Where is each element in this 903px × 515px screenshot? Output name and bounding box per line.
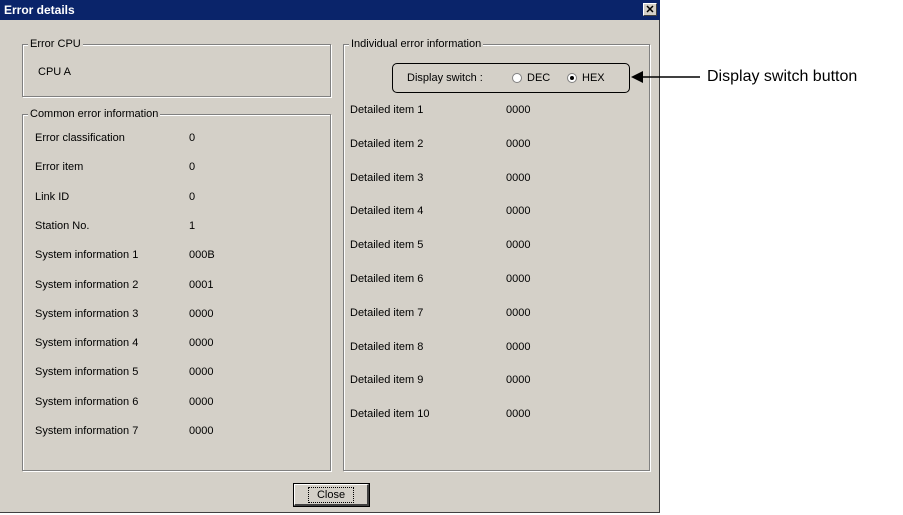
detailed-item-label: Detailed item 7: [350, 306, 424, 319]
display-switch-group: Display switch : DEC HEX: [392, 63, 630, 93]
common-row-value: 0000: [189, 337, 214, 350]
common-row-label: System information 4: [35, 337, 139, 350]
detailed-item-label: Detailed item 8: [350, 340, 424, 353]
title-bar: Error details ✕: [0, 0, 660, 20]
detailed-item-label: Detailed item 6: [350, 273, 424, 285]
individual-error-legend: Individual error information: [349, 37, 484, 51]
error-details-dialog: Error details ✕ Error CPU CPU A Common e…: [0, 0, 660, 513]
common-row-value: 1: [189, 219, 196, 232]
common-row-value: 0: [189, 161, 196, 174]
detailed-item-label: Detailed item 4: [350, 205, 424, 218]
common-row-label: Link ID: [35, 190, 70, 203]
common-row-value: 0000: [189, 366, 214, 379]
common-row-label: System information 1: [35, 249, 139, 262]
radio-dec[interactable]: DEC: [512, 72, 550, 84]
common-row-label: Station No.: [35, 219, 90, 232]
detailed-item-label: Detailed item 10: [350, 408, 430, 421]
common-error-legend: Common error information: [28, 107, 161, 121]
common-row-value: 0: [189, 132, 196, 144]
detailed-item-value: 0000: [506, 239, 531, 252]
common-row-value: 0: [189, 190, 196, 203]
detailed-item-label: Detailed item 5: [350, 239, 424, 252]
error-cpu-legend: Error CPU: [28, 37, 83, 51]
radio-hex-label: HEX: [582, 72, 605, 84]
common-row-value: 0000: [189, 395, 214, 408]
common-row-value: 000B: [189, 249, 215, 262]
close-button-label: Close: [307, 486, 355, 503]
radio-hex-circle[interactable]: [567, 73, 577, 83]
error-cpu-value: CPU A: [38, 66, 72, 78]
close-button[interactable]: Close: [293, 483, 370, 507]
detailed-item-value: 0000: [506, 104, 531, 116]
detailed-item-value: 0000: [506, 408, 531, 421]
detailed-item-label: Detailed item 9: [350, 374, 424, 387]
common-row-label: Error item: [35, 161, 84, 174]
radio-dec-circle[interactable]: [512, 73, 522, 83]
common-error-group: Common error information Error classific…: [22, 107, 331, 471]
detailed-item-value: 0000: [506, 374, 531, 387]
common-row-label: System information 5: [35, 366, 139, 379]
detailed-item-label: Detailed item 1: [350, 104, 424, 116]
common-row-label: System information 6: [35, 395, 139, 408]
detailed-item-value: 0000: [506, 306, 531, 319]
common-row-value: 0001: [189, 278, 214, 291]
individual-error-group: Individual error information Detailed it…: [343, 37, 650, 471]
detailed-item-label: Detailed item 3: [350, 171, 424, 184]
detailed-item-value: 0000: [506, 137, 531, 150]
window-title: Error details: [4, 3, 75, 17]
detailed-item-label: Detailed item 2: [350, 137, 424, 150]
radio-hex[interactable]: HEX: [567, 72, 605, 84]
error-cpu-group: Error CPU CPU A: [22, 37, 331, 97]
common-row-value: 0000: [189, 307, 214, 320]
detailed-item-value: 0000: [506, 205, 531, 218]
common-row-label: System information 3: [35, 307, 139, 320]
common-row-value: 0000: [189, 425, 214, 437]
detailed-item-value: 0000: [506, 273, 531, 285]
radio-dec-label: DEC: [527, 72, 551, 84]
common-row-label: System information 7: [35, 425, 139, 437]
display-switch-label: Display switch :: [407, 72, 483, 84]
detailed-item-value: 0000: [506, 340, 531, 353]
detailed-item-value: 0000: [506, 171, 531, 184]
callout-label: Display switch button: [707, 68, 858, 85]
callout-arrow: [631, 71, 700, 83]
common-row-label: System information 2: [35, 278, 139, 291]
window-close-icon[interactable]: ✕: [643, 3, 657, 16]
common-row-label: Error classification: [35, 132, 125, 144]
callout-arrow-head: [631, 71, 643, 83]
